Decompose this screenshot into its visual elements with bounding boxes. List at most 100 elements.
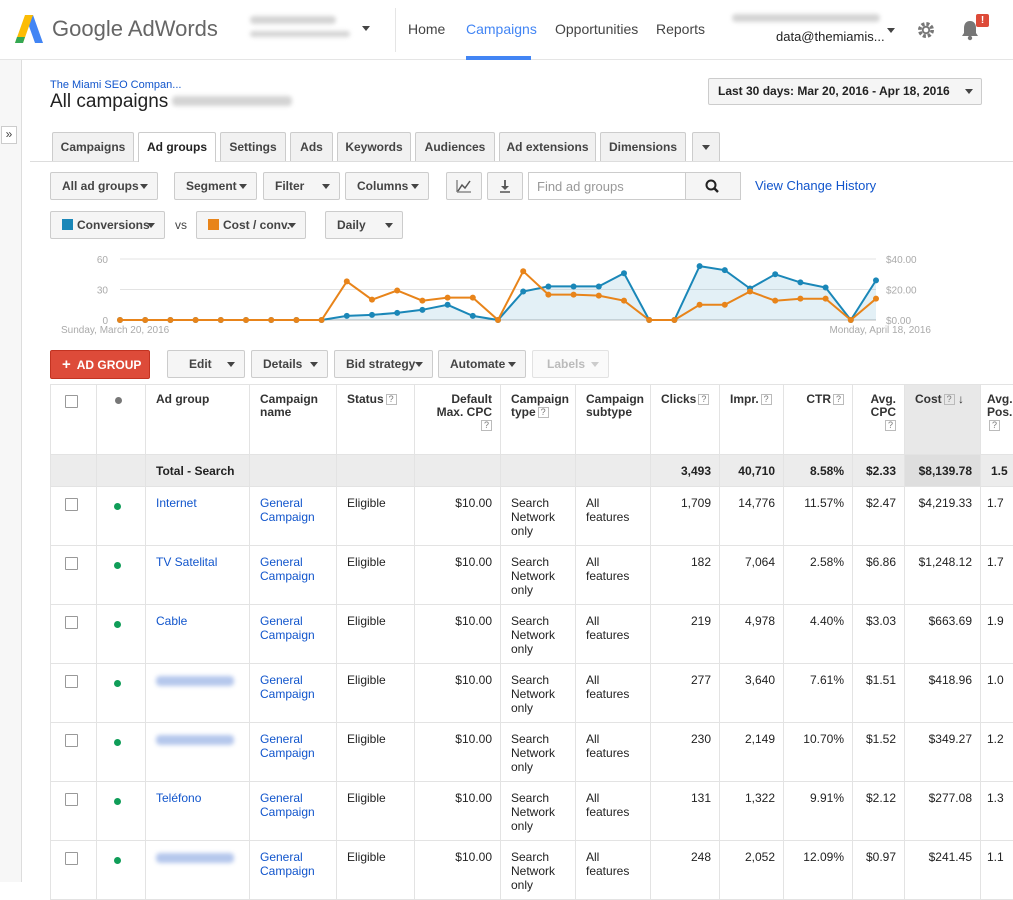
search-input[interactable] [529, 173, 685, 199]
row-checkbox[interactable] [65, 498, 78, 511]
filter-dropdown[interactable]: Filter [263, 172, 340, 200]
ad-group-link[interactable]: TV Satelital [156, 555, 217, 569]
row-checkbox[interactable] [65, 616, 78, 629]
max-cpc-cell[interactable]: $10.00 [415, 605, 501, 664]
tab-campaigns[interactable]: Campaigns [52, 132, 134, 161]
row-checkbox[interactable] [65, 675, 78, 688]
granularity-dropdown[interactable]: Daily [325, 211, 403, 239]
account-email[interactable]: data@themiamis... [776, 29, 885, 44]
details-dropdown[interactable]: Details [251, 350, 328, 378]
campaign-link[interactable]: General Campaign [260, 614, 315, 642]
segment-dropdown[interactable]: Segment [174, 172, 257, 200]
max-cpc-cell[interactable]: $10.00 [415, 546, 501, 605]
breadcrumb[interactable]: The Miami SEO Compan... [50, 79, 181, 91]
help-icon[interactable]: ? [761, 394, 772, 405]
chevron-down-icon[interactable] [887, 28, 895, 33]
col-clicks[interactable]: Clicks? [651, 385, 720, 455]
chevron-down-icon[interactable] [362, 26, 370, 31]
campaign-link[interactable]: General Campaign [260, 555, 315, 583]
enabled-status-icon[interactable] [114, 680, 121, 687]
max-cpc-cell[interactable]: $10.00 [415, 487, 501, 546]
campaign-link[interactable]: General Campaign [260, 732, 315, 760]
col-campaign-type[interactable]: Campaign type? [501, 385, 576, 455]
ad-group-link[interactable]: Cable [156, 614, 187, 628]
date-range-selector[interactable]: Last 30 days: Mar 20, 2016 - Apr 18, 201… [708, 78, 982, 105]
download-button[interactable] [487, 172, 523, 200]
col-avg-pos[interactable]: Avg. Pos.? [981, 385, 1013, 455]
columns-dropdown[interactable]: Columns [345, 172, 429, 200]
bid-strategy-dropdown[interactable]: Bid strategy [334, 350, 433, 378]
tab-keywords[interactable]: Keywords [337, 132, 411, 161]
nav-opportunities[interactable]: Opportunities [555, 21, 638, 37]
metric1-dropdown[interactable]: Conversions [50, 211, 165, 239]
enabled-status-icon[interactable] [114, 621, 121, 628]
view-change-history-link[interactable]: View Change History [755, 178, 876, 193]
row-checkbox[interactable] [65, 557, 78, 570]
adwords-logo-icon[interactable] [14, 14, 44, 44]
max-cpc-cell[interactable]: $10.00 [415, 723, 501, 782]
enabled-status-icon[interactable] [114, 503, 121, 510]
col-default-max-cpc[interactable]: Default Max. CPC? [415, 385, 501, 455]
col-campaign-subtype[interactable]: Campaign subtype [576, 385, 651, 455]
account-selector[interactable] [246, 13, 351, 43]
help-icon[interactable]: ? [944, 394, 955, 405]
select-all-checkbox[interactable] [65, 395, 78, 408]
col-impr[interactable]: Impr.? [720, 385, 784, 455]
tab-dimensions[interactable]: Dimensions [600, 132, 686, 161]
tab-audiences[interactable]: Audiences [415, 132, 495, 161]
all-ad-groups-dropdown[interactable]: All ad groups [50, 172, 158, 200]
help-icon[interactable]: ? [386, 394, 397, 405]
notification-badge[interactable]: ! [976, 14, 989, 27]
help-icon[interactable]: ? [538, 407, 549, 418]
tab-ad-groups[interactable]: Ad groups [138, 132, 216, 162]
chart-toggle-button[interactable] [446, 172, 482, 200]
nav-home[interactable]: Home [408, 21, 445, 37]
enabled-status-icon[interactable] [114, 562, 121, 569]
nav-reports[interactable]: Reports [656, 21, 705, 37]
add-ad-group-button[interactable]: +AD GROUP [50, 350, 150, 379]
row-checkbox[interactable] [65, 793, 78, 806]
help-icon[interactable]: ? [833, 394, 844, 405]
ad-group-link-redacted[interactable] [156, 853, 234, 863]
metric2-dropdown[interactable]: Cost / conv. [196, 211, 306, 239]
help-icon[interactable]: ? [885, 420, 896, 431]
row-checkbox[interactable] [65, 852, 78, 865]
help-icon[interactable]: ? [698, 394, 709, 405]
edit-dropdown[interactable]: Edit [167, 350, 245, 378]
col-campaign-name[interactable]: Campaign name [250, 385, 337, 455]
ad-group-link-redacted[interactable] [156, 676, 234, 686]
enabled-status-icon[interactable] [114, 739, 121, 746]
help-icon[interactable]: ? [989, 420, 1000, 431]
ad-group-link[interactable]: Teléfono [156, 791, 201, 805]
row-checkbox[interactable] [65, 734, 78, 747]
ad-group-link[interactable]: Internet [156, 496, 197, 510]
campaign-link[interactable]: General Campaign [260, 791, 315, 819]
more-tabs-button[interactable] [692, 132, 720, 161]
tab-settings[interactable]: Settings [220, 132, 286, 161]
nav-campaigns[interactable]: Campaigns [466, 21, 537, 37]
max-cpc-cell[interactable]: $10.00 [415, 664, 501, 723]
campaign-link[interactable]: General Campaign [260, 673, 315, 701]
campaign-link[interactable]: General Campaign [260, 850, 315, 878]
col-avg-cpc[interactable]: Avg. CPC? [853, 385, 905, 455]
campaign-link[interactable]: General Campaign [260, 496, 315, 524]
enabled-status-icon[interactable] [114, 857, 121, 864]
performance-chart[interactable]: 60300$40.00$20.00$0.00Sunday, March 20, … [50, 248, 950, 340]
expand-panel-icon[interactable]: » [1, 126, 17, 144]
ad-group-link-redacted[interactable] [156, 735, 234, 745]
help-icon[interactable]: ? [481, 420, 492, 431]
col-status[interactable]: Status? [337, 385, 415, 455]
search-button[interactable] [685, 172, 741, 200]
max-cpc-cell[interactable]: $10.00 [415, 841, 501, 900]
enabled-status-icon[interactable] [114, 798, 121, 805]
product-name[interactable]: Google AdWords [52, 16, 218, 42]
max-cpc-cell[interactable]: $10.00 [415, 782, 501, 841]
gear-icon[interactable] [916, 20, 936, 40]
labels-dropdown[interactable]: Labels [532, 350, 609, 378]
automate-dropdown[interactable]: Automate [438, 350, 526, 378]
col-ad-group[interactable]: Ad group [146, 385, 250, 455]
tab-ad-extensions[interactable]: Ad extensions [499, 132, 596, 161]
col-ctr[interactable]: CTR? [784, 385, 853, 455]
tab-ads[interactable]: Ads [290, 132, 333, 161]
col-cost[interactable]: Cost? ↓ [905, 385, 981, 455]
